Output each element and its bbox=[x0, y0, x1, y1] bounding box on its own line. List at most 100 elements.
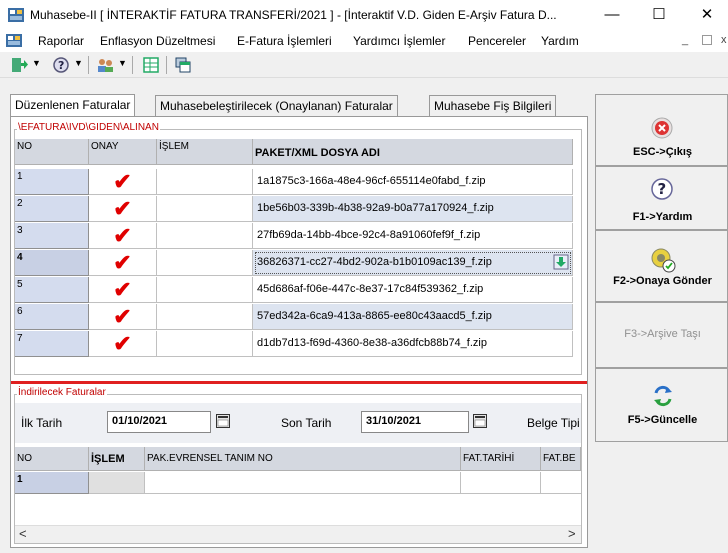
son-tarih-label: Son Tarih bbox=[281, 416, 332, 430]
toolbar-separator bbox=[132, 56, 133, 74]
grid2-caption: İndirilecek Faturalar bbox=[17, 387, 107, 398]
row-file-cell[interactable]: d1db7d13-f69d-4360-8e38-a36dfcb88b74_f.z… bbox=[253, 331, 573, 357]
approve-check-icon[interactable]: ✔ bbox=[89, 277, 157, 303]
ilk-tarih-input[interactable]: 01/10/2021 bbox=[107, 411, 211, 433]
row-fat-be-cell[interactable] bbox=[541, 472, 581, 494]
mdi-minimize-button[interactable]: _ bbox=[682, 34, 688, 46]
svg-text:?: ? bbox=[58, 59, 64, 72]
spreadsheet-icon[interactable] bbox=[142, 56, 160, 74]
red-divider[interactable] bbox=[11, 381, 587, 384]
row-no-cell[interactable]: 3 bbox=[15, 223, 89, 249]
close-button[interactable]: ✕ bbox=[684, 0, 728, 30]
scroll-left-icon[interactable]: < bbox=[19, 526, 27, 541]
approve-check-icon[interactable]: ✔ bbox=[89, 304, 157, 330]
son-tarih-input[interactable]: 31/10/2021 bbox=[361, 411, 469, 433]
f5-refresh-button[interactable]: F5->Güncelle bbox=[595, 368, 728, 442]
row-islem-cell[interactable] bbox=[157, 250, 253, 276]
row-pak-cell[interactable] bbox=[145, 472, 461, 494]
toolbar-separator bbox=[88, 56, 89, 74]
row-islem-cell[interactable] bbox=[89, 472, 145, 494]
horizontal-scrollbar[interactable] bbox=[15, 525, 581, 543]
scroll-right-icon[interactable]: > bbox=[568, 526, 576, 541]
mdi-restore-button[interactable] bbox=[702, 35, 712, 45]
tab-duzenlenen-faturalar[interactable]: Düzenlenen Faturalar bbox=[10, 94, 136, 117]
calendar-icon[interactable] bbox=[216, 414, 230, 428]
refresh-icon bbox=[654, 385, 672, 407]
action-panel: ESC->Çıkış ? F1->Yardım F2->Onaya Gönder… bbox=[595, 94, 728, 553]
row-file-cell[interactable]: 45d686af-f06e-447c-8e37-17c84f539362_f.z… bbox=[253, 277, 573, 303]
grid1-caption: \EFATURA\IVD\GIDEN\ALINAN bbox=[17, 122, 160, 133]
row-no-cell[interactable]: 7 bbox=[15, 331, 89, 357]
menu-enflasyon-duzeltmesi[interactable]: Enflasyon Düzeltmesi bbox=[100, 34, 215, 48]
row-islem-cell[interactable] bbox=[157, 331, 253, 357]
f3-archive-button[interactable]: F3->Arşive Taşı bbox=[595, 302, 728, 368]
menu-raporlar[interactable]: Raporlar bbox=[38, 34, 84, 48]
menu-pencereler[interactable]: Pencereler bbox=[468, 34, 526, 48]
mdi-close-button[interactable]: x bbox=[721, 34, 727, 46]
grid2-header-pak: PAK.EVRENSEL TANIM NO bbox=[145, 447, 461, 471]
grid2-header-no: NO bbox=[15, 447, 89, 471]
close-circle-icon bbox=[651, 117, 673, 139]
users-icon[interactable] bbox=[96, 56, 114, 74]
exit-door-icon[interactable] bbox=[10, 56, 28, 74]
f2-send-approval-button[interactable]: F2->Onaya Gönder bbox=[595, 230, 728, 302]
row-file-cell[interactable]: 57ed342a-6ca9-413a-8865-ee80c43aacd5_f.z… bbox=[253, 304, 573, 330]
toolbar: ▼ ? ▼ ▼ bbox=[0, 52, 728, 78]
row-no-cell[interactable]: 2 bbox=[15, 196, 89, 222]
grid1-header-onay: ONAY bbox=[89, 139, 157, 165]
svg-text:?: ? bbox=[658, 180, 667, 198]
row-file-cell[interactable]: 1be56b03-339b-4b38-92a9-b0a77a170924_f.z… bbox=[253, 196, 573, 222]
row-file-cell[interactable]: 27fb69da-14bb-4bce-92c4-8a91060fef9f_f.z… bbox=[253, 223, 573, 249]
menu-yardimci-islemler[interactable]: Yardımcı İşlemler bbox=[353, 34, 445, 48]
f5-refresh-label: F5->Güncelle bbox=[627, 414, 698, 426]
window-title: Muhasebe-II [ İNTERAKTİF FATURA TRANSFER… bbox=[30, 8, 557, 22]
approve-check-icon[interactable]: ✔ bbox=[89, 331, 157, 357]
menu-e-fatura-islemleri[interactable]: E-Fatura İşlemleri bbox=[237, 34, 332, 48]
windows-cascade-icon[interactable] bbox=[174, 56, 192, 74]
help-dropdown-icon[interactable]: ▼ bbox=[74, 58, 83, 68]
approve-check-icon[interactable]: ✔ bbox=[89, 250, 157, 276]
esc-exit-button[interactable]: ESC->Çıkış bbox=[595, 94, 728, 166]
row-file-cell[interactable]: 36826371-cc27-4bd2-902a-b1b0109ac139_f.z… bbox=[253, 250, 573, 276]
tab-muhasebelestirilecek-faturalar[interactable]: Muhasebeleştirilecek (Onaylanan) Fatural… bbox=[155, 95, 398, 117]
row-islem-cell[interactable] bbox=[157, 304, 253, 330]
mdi-child-icon[interactable] bbox=[6, 34, 22, 47]
grid2-header-fat-be: FAT.BE bbox=[541, 447, 581, 471]
approve-check-icon[interactable]: ✔ bbox=[89, 169, 157, 195]
row-file-cell[interactable]: 1a1875c3-166a-48e4-96cf-655114e0fabd_f.z… bbox=[253, 169, 573, 195]
exit-dropdown-icon[interactable]: ▼ bbox=[32, 58, 41, 68]
approve-check-icon[interactable]: ✔ bbox=[89, 223, 157, 249]
row-islem-cell[interactable] bbox=[157, 277, 253, 303]
calendar-icon[interactable] bbox=[473, 414, 487, 428]
maximize-button[interactable]: ☐ bbox=[636, 0, 682, 30]
esc-exit-label: ESC->Çıkış bbox=[633, 146, 692, 158]
row-islem-cell[interactable] bbox=[157, 169, 253, 195]
minimize-button[interactable]: — bbox=[589, 0, 635, 30]
app-icon bbox=[8, 8, 24, 22]
tab-muhasebe-fis-bilgileri[interactable]: Muhasebe Fiş Bilgileri bbox=[429, 95, 557, 117]
tab-content-panel: \EFATURA\IVD\GIDEN\ALINAN NO ONAY İŞLEM … bbox=[10, 116, 588, 548]
f2-send-approval-label: F2->Onaya Gönder bbox=[613, 275, 712, 287]
menu-yardim[interactable]: Yardım bbox=[541, 34, 579, 48]
help-toolbar-icon[interactable]: ? bbox=[52, 56, 70, 74]
row-islem-cell[interactable] bbox=[157, 196, 253, 222]
f1-help-button[interactable]: ? F1->Yardım bbox=[595, 166, 728, 230]
row-no-cell[interactable]: 5 bbox=[15, 277, 89, 303]
approve-check-icon[interactable]: ✔ bbox=[89, 196, 157, 222]
title-bar: Muhasebe-II [ İNTERAKTİF FATURA TRANSFER… bbox=[0, 0, 728, 30]
row-islem-cell[interactable] bbox=[157, 223, 253, 249]
row-fat-tarihi-cell[interactable] bbox=[461, 472, 541, 494]
belge-tipi-label: Belge Tipi bbox=[527, 416, 580, 430]
users-dropdown-icon[interactable]: ▼ bbox=[118, 58, 127, 68]
row-no-cell[interactable]: 1 bbox=[15, 169, 89, 195]
grid2-header-islem: İŞLEM bbox=[89, 447, 145, 471]
f3-archive-label: F3->Arşive Taşı bbox=[624, 328, 701, 340]
row-no-cell[interactable]: 4 bbox=[15, 250, 89, 276]
row-no-cell[interactable]: 1 bbox=[15, 472, 89, 494]
grid2-header-fat-tarihi: FAT.TARİHİ bbox=[461, 447, 541, 471]
help-icon: ? bbox=[651, 178, 673, 200]
toolbar-separator bbox=[166, 56, 167, 74]
download-icon[interactable] bbox=[553, 254, 569, 270]
row-no-cell[interactable]: 6 bbox=[15, 304, 89, 330]
grid1-header-islem: İŞLEM bbox=[157, 139, 253, 165]
